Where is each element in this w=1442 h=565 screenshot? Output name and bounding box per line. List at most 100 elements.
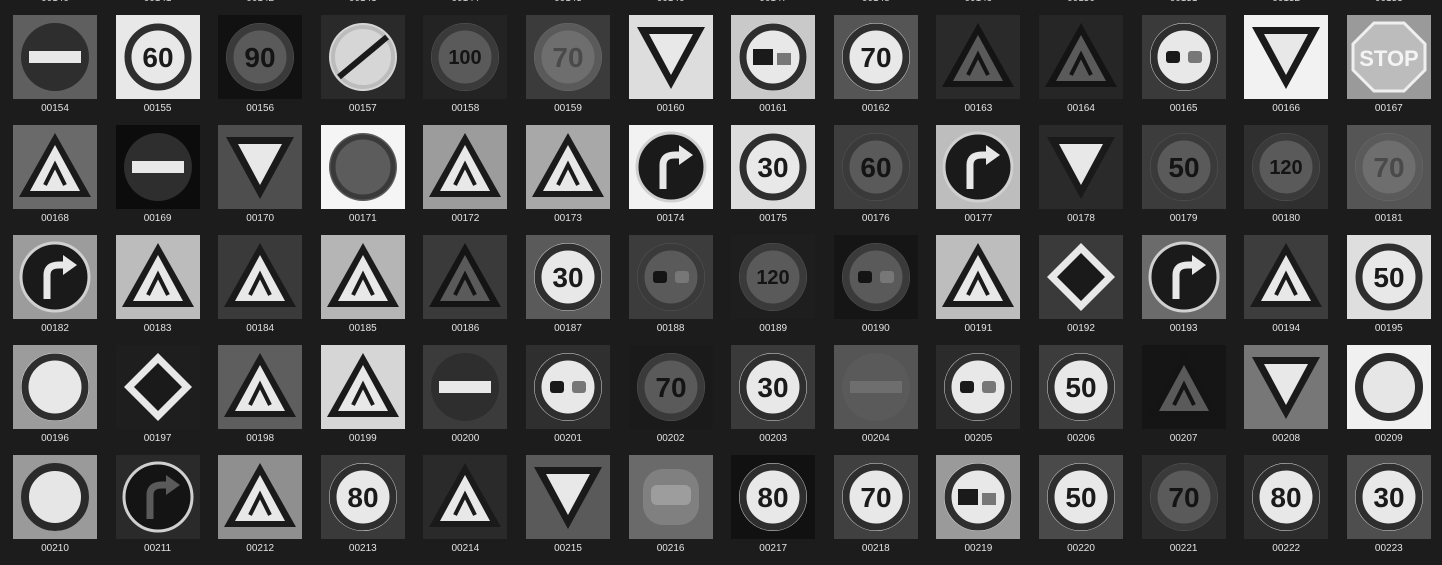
file-thumbnail-item[interactable]: 00170	[205, 125, 307, 235]
file-label-partial: 00145	[513, 0, 623, 5]
file-thumbnail-item[interactable]: 120 00180	[1231, 125, 1333, 235]
file-thumbnail-item[interactable]: 00166	[1231, 15, 1333, 125]
file-thumbnail-item[interactable]: 00201	[513, 345, 615, 455]
file-thumbnail-item[interactable]: 00172	[410, 125, 512, 235]
file-thumbnail-item[interactable]: 00168	[0, 125, 102, 235]
file-thumbnail-item[interactable]: 00190	[821, 235, 923, 345]
file-thumbnail-item[interactable]: 00164	[1026, 15, 1128, 125]
file-thumbnail-item[interactable]: 00204	[821, 345, 923, 455]
file-thumbnail-item[interactable]: 30 00187	[513, 235, 615, 345]
file-label: 00191	[964, 323, 993, 334]
file-thumbnail-item[interactable]: 00186	[410, 235, 512, 345]
file-thumbnail-item[interactable]: 00210	[0, 455, 102, 565]
file-thumbnail-item[interactable]: 100 00158	[410, 15, 512, 125]
file-thumbnail-item[interactable]: 00157	[308, 15, 410, 125]
file-thumbnail-item[interactable]: 60 00155	[103, 15, 205, 125]
file-thumbnail-item[interactable]: 80 00213	[308, 455, 410, 565]
file-label: 00171	[348, 213, 377, 224]
file-label: 00156	[246, 103, 275, 114]
file-thumbnail-item[interactable]: 00183	[103, 235, 205, 345]
file-thumbnail-item[interactable]: 00191	[923, 235, 1025, 345]
svg-text:30: 30	[552, 262, 583, 293]
file-label: 00159	[554, 103, 582, 114]
file-thumbnail-item[interactable]: 00212	[205, 455, 307, 565]
file-thumbnail-item[interactable]: 50 00195	[1334, 235, 1436, 345]
file-thumbnail-item[interactable]: 70 00162	[821, 15, 923, 125]
file-thumbnail-item[interactable]: 00199	[308, 345, 410, 455]
file-thumbnail-item[interactable]: 00193	[1129, 235, 1231, 345]
svg-text:70: 70	[552, 42, 583, 73]
file-thumbnail-item[interactable]: 00205	[923, 345, 1025, 455]
roundabout-sign-icon	[936, 125, 1021, 209]
file-label: 00160	[656, 103, 685, 114]
file-thumbnail-item[interactable]: STOP 00167	[1334, 15, 1436, 125]
file-thumbnail-item[interactable]: 00184	[205, 235, 307, 345]
file-thumbnail-item[interactable]: 00160	[616, 15, 718, 125]
file-thumbnail-item[interactable]: 00185	[308, 235, 410, 345]
file-label: 00161	[759, 103, 788, 114]
file-label: 00179	[1169, 213, 1198, 224]
file-thumbnail-item[interactable]: 00182	[0, 235, 102, 345]
file-thumbnail-item[interactable]: 50 00179	[1129, 125, 1231, 235]
file-thumbnail-item[interactable]: 70 00159	[513, 15, 615, 125]
file-thumbnail-item[interactable]: 00154	[0, 15, 102, 125]
file-thumbnail-item[interactable]: 00214	[410, 455, 512, 565]
file-thumbnail-item[interactable]: 30 00223	[1334, 455, 1436, 565]
file-thumbnail-item[interactable]: 00198	[205, 345, 307, 455]
file-thumbnail-item[interactable]: 00174	[616, 125, 718, 235]
file-thumbnail-item[interactable]: 00216	[616, 455, 718, 565]
file-thumbnail-item[interactable]: 80 00217	[718, 455, 820, 565]
file-thumbnail-item[interactable]: 00165	[1129, 15, 1231, 125]
file-thumbnail-item[interactable]: 00171	[308, 125, 410, 235]
file-thumbnail-item[interactable]: 00196	[0, 345, 102, 455]
file-label: 00217	[759, 543, 788, 554]
file-label-partial: 00143	[308, 0, 418, 5]
file-thumbnail-item[interactable]: 00163	[923, 15, 1025, 125]
file-thumbnail-item[interactable]: 00169	[103, 125, 205, 235]
file-thumbnail-item[interactable]: 00192	[1026, 235, 1128, 345]
file-thumbnail-item[interactable]: 00188	[616, 235, 718, 345]
svg-text:80: 80	[347, 482, 378, 513]
file-label: 00212	[246, 543, 275, 554]
file-thumbnail-item[interactable]: 00200	[410, 345, 512, 455]
file-thumbnail-item[interactable]: 30 00175	[718, 125, 820, 235]
file-thumbnail-item[interactable]: 120 00189	[718, 235, 820, 345]
file-thumbnail-item[interactable]: 00197	[103, 345, 205, 455]
file-thumbnail-item[interactable]: 00173	[513, 125, 615, 235]
yield-sign-icon	[1244, 345, 1329, 429]
file-thumbnail-item[interactable]: 90 00156	[205, 15, 307, 125]
file-thumbnail-item[interactable]: 70 00218	[821, 455, 923, 565]
no-entry-sign-icon	[833, 345, 918, 429]
file-label: 00195	[1374, 323, 1403, 334]
file-thumbnail-item[interactable]: 70 00181	[1334, 125, 1436, 235]
file-thumbnail-item[interactable]: 80 00222	[1231, 455, 1333, 565]
file-thumbnail-item[interactable]: 00178	[1026, 125, 1128, 235]
file-thumbnail-item[interactable]: 00211	[103, 455, 205, 565]
file-label: 00170	[246, 213, 275, 224]
file-label-partial: 00140	[0, 0, 110, 5]
file-thumbnail-item[interactable]: 00219	[923, 455, 1025, 565]
file-thumbnail-item[interactable]: 50 00220	[1026, 455, 1128, 565]
file-thumbnail-item[interactable]: 00215	[513, 455, 615, 565]
file-thumbnail-item[interactable]: 70 00221	[1129, 455, 1231, 565]
bicycle-warning-sign-icon	[936, 235, 1021, 319]
file-label: 00192	[1067, 323, 1095, 334]
file-thumbnail-item[interactable]: 60 00176	[821, 125, 923, 235]
file-thumbnail-item[interactable]: 00194	[1231, 235, 1333, 345]
file-thumbnail-item[interactable]: 00208	[1231, 345, 1333, 455]
file-thumbnail-item[interactable]: 00207	[1129, 345, 1231, 455]
file-label: 00190	[861, 323, 890, 334]
svg-text:50: 50	[1065, 372, 1096, 403]
speed-limit-30-icon: 30	[731, 345, 816, 429]
file-thumbnail-item[interactable]: 00209	[1334, 345, 1436, 455]
file-thumbnail-item[interactable]: 00177	[923, 125, 1025, 235]
file-thumbnail-item[interactable]: 50 00206	[1026, 345, 1128, 455]
file-label: 00199	[348, 433, 377, 444]
file-label: 00165	[1169, 103, 1198, 114]
file-thumbnail-item[interactable]: 30 00203	[718, 345, 820, 455]
file-label: 00176	[861, 213, 890, 224]
curve-right-warning-sign-icon	[218, 235, 303, 319]
file-thumbnail-item[interactable]: 70 00202	[616, 345, 718, 455]
file-label: 00204	[861, 433, 890, 444]
file-thumbnail-item[interactable]: 00161	[718, 15, 820, 125]
